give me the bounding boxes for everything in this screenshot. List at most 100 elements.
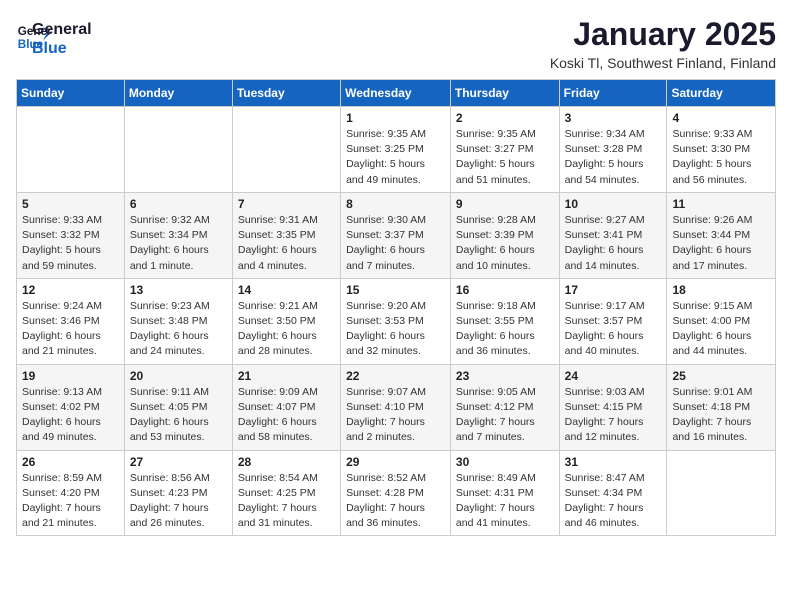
logo-line2: Blue	[32, 39, 92, 58]
calendar-cell: 31 Sunrise: 8:47 AMSunset: 4:34 PMDayligh…	[559, 450, 667, 536]
calendar-cell: 24 Sunrise: 9:03 AMSunset: 4:15 PMDayligh…	[559, 364, 667, 450]
day-number: 31	[565, 455, 662, 469]
weekday-header-sunday: Sunday	[17, 80, 125, 107]
calendar-week-2: 5 Sunrise: 9:33 AMSunset: 3:32 PMDaylight…	[17, 192, 776, 278]
day-number: 10	[565, 197, 662, 211]
weekday-header-monday: Monday	[124, 80, 232, 107]
calendar-cell: 7 Sunrise: 9:31 AMSunset: 3:35 PMDaylight…	[232, 192, 340, 278]
day-info: Sunrise: 9:24 AMSunset: 3:46 PMDaylight:…	[22, 299, 119, 360]
day-number: 17	[565, 283, 662, 297]
day-number: 21	[238, 369, 335, 383]
calendar-cell: 5 Sunrise: 9:33 AMSunset: 3:32 PMDaylight…	[17, 192, 125, 278]
calendar-week-4: 19 Sunrise: 9:13 AMSunset: 4:02 PMDayligh…	[17, 364, 776, 450]
weekday-header-thursday: Thursday	[450, 80, 559, 107]
day-number: 30	[456, 455, 554, 469]
day-number: 4	[672, 111, 770, 125]
day-number: 8	[346, 197, 445, 211]
calendar-body: 1 Sunrise: 9:35 AMSunset: 3:25 PMDaylight…	[17, 107, 776, 536]
logo: General Blue General Blue	[16, 16, 92, 58]
day-info: Sunrise: 8:52 AMSunset: 4:28 PMDaylight:…	[346, 471, 445, 532]
calendar: SundayMondayTuesdayWednesdayThursdayFrid…	[16, 79, 776, 536]
day-info: Sunrise: 9:30 AMSunset: 3:37 PMDaylight:…	[346, 213, 445, 274]
day-number: 5	[22, 197, 119, 211]
calendar-cell: 21 Sunrise: 9:09 AMSunset: 4:07 PMDayligh…	[232, 364, 340, 450]
day-info: Sunrise: 9:34 AMSunset: 3:28 PMDaylight:…	[565, 127, 662, 188]
calendar-cell: 14Sunrise: 9:21 AMSunset: 3:50 PMDayligh…	[232, 278, 340, 364]
day-number: 25	[672, 369, 770, 383]
day-number: 16	[456, 283, 554, 297]
day-info: Sunrise: 9:23 AMSunset: 3:48 PMDaylight:…	[130, 299, 227, 360]
calendar-cell: 29 Sunrise: 8:52 AMSunset: 4:28 PMDayligh…	[341, 450, 451, 536]
day-number: 27	[130, 455, 227, 469]
day-info: Sunrise: 8:47 AMSunset: 4:34 PMDaylight:…	[565, 471, 662, 532]
weekday-header-wednesday: Wednesday	[341, 80, 451, 107]
weekday-header-row: SundayMondayTuesdayWednesdayThursdayFrid…	[17, 80, 776, 107]
day-number: 11	[672, 197, 770, 211]
calendar-cell: 20Sunrise: 9:11 AMSunset: 4:05 PMDayligh…	[124, 364, 232, 450]
calendar-cell	[124, 107, 232, 193]
day-info: Sunrise: 9:18 AMSunset: 3:55 PMDaylight:…	[456, 299, 554, 360]
calendar-cell: 10 Sunrise: 9:27 AMSunset: 3:41 PMDayligh…	[559, 192, 667, 278]
day-info: Sunrise: 9:17 AMSunset: 3:57 PMDaylight:…	[565, 299, 662, 360]
day-number: 1	[346, 111, 445, 125]
day-number: 13	[130, 283, 227, 297]
calendar-cell	[17, 107, 125, 193]
day-info: Sunrise: 9:35 AMSunset: 3:25 PMDaylight:…	[346, 127, 445, 188]
calendar-cell: 13 Sunrise: 9:23 AMSunset: 3:48 PMDayligh…	[124, 278, 232, 364]
day-info: Sunrise: 8:49 AMSunset: 4:31 PMDaylight:…	[456, 471, 554, 532]
day-number: 24	[565, 369, 662, 383]
day-info: Sunrise: 9:13 AMSunset: 4:02 PMDaylight:…	[22, 385, 119, 446]
day-info: Sunrise: 9:27 AMSunset: 3:41 PMDaylight:…	[565, 213, 662, 274]
calendar-cell: 9 Sunrise: 9:28 AMSunset: 3:39 PMDaylight…	[450, 192, 559, 278]
calendar-cell: 19 Sunrise: 9:13 AMSunset: 4:02 PMDayligh…	[17, 364, 125, 450]
day-number: 2	[456, 111, 554, 125]
calendar-cell: 15Sunrise: 9:20 AMSunset: 3:53 PMDayligh…	[341, 278, 451, 364]
weekday-header-tuesday: Tuesday	[232, 80, 340, 107]
calendar-cell: 6Sunrise: 9:32 AMSunset: 3:34 PMDaylight…	[124, 192, 232, 278]
calendar-cell: 22Sunrise: 9:07 AMSunset: 4:10 PMDayligh…	[341, 364, 451, 450]
day-number: 9	[456, 197, 554, 211]
calendar-cell: 18 Sunrise: 9:15 AMSunset: 4:00 PMDayligh…	[667, 278, 776, 364]
calendar-cell	[667, 450, 776, 536]
day-info: Sunrise: 8:56 AMSunset: 4:23 PMDaylight:…	[130, 471, 227, 532]
day-number: 28	[238, 455, 335, 469]
day-number: 29	[346, 455, 445, 469]
day-info: Sunrise: 9:01 AMSunset: 4:18 PMDaylight:…	[672, 385, 770, 446]
calendar-cell: 2 Sunrise: 9:35 AMSunset: 3:27 PMDaylight…	[450, 107, 559, 193]
day-number: 18	[672, 283, 770, 297]
calendar-week-5: 26Sunrise: 8:59 AMSunset: 4:20 PMDayligh…	[17, 450, 776, 536]
day-info: Sunrise: 9:09 AMSunset: 4:07 PMDaylight:…	[238, 385, 335, 446]
calendar-cell: 25 Sunrise: 9:01 AMSunset: 4:18 PMDayligh…	[667, 364, 776, 450]
calendar-week-1: 1 Sunrise: 9:35 AMSunset: 3:25 PMDaylight…	[17, 107, 776, 193]
day-info: Sunrise: 9:35 AMSunset: 3:27 PMDaylight:…	[456, 127, 554, 188]
day-number: 19	[22, 369, 119, 383]
day-number: 6	[130, 197, 227, 211]
day-info: Sunrise: 8:59 AMSunset: 4:20 PMDaylight:…	[22, 471, 119, 532]
calendar-cell: 23 Sunrise: 9:05 AMSunset: 4:12 PMDayligh…	[450, 364, 559, 450]
day-info: Sunrise: 9:31 AMSunset: 3:35 PMDaylight:…	[238, 213, 335, 274]
calendar-cell: 28 Sunrise: 8:54 AMSunset: 4:25 PMDayligh…	[232, 450, 340, 536]
day-number: 3	[565, 111, 662, 125]
day-number: 23	[456, 369, 554, 383]
day-info: Sunrise: 9:05 AMSunset: 4:12 PMDaylight:…	[456, 385, 554, 446]
day-number: 22	[346, 369, 445, 383]
page-header: General Blue General Blue January 2025 K…	[16, 16, 776, 71]
day-number: 7	[238, 197, 335, 211]
calendar-cell: 16 Sunrise: 9:18 AMSunset: 3:55 PMDayligh…	[450, 278, 559, 364]
day-number: 20	[130, 369, 227, 383]
calendar-cell: 8 Sunrise: 9:30 AMSunset: 3:37 PMDaylight…	[341, 192, 451, 278]
day-number: 12	[22, 283, 119, 297]
day-info: Sunrise: 9:28 AMSunset: 3:39 PMDaylight:…	[456, 213, 554, 274]
day-info: Sunrise: 9:15 AMSunset: 4:00 PMDaylight:…	[672, 299, 770, 360]
month-title: January 2025	[550, 16, 776, 53]
calendar-cell: 1 Sunrise: 9:35 AMSunset: 3:25 PMDaylight…	[341, 107, 451, 193]
logo-line1: General	[32, 20, 92, 39]
day-number: 15	[346, 283, 445, 297]
weekday-header-friday: Friday	[559, 80, 667, 107]
day-info: Sunrise: 9:33 AMSunset: 3:32 PMDaylight:…	[22, 213, 119, 274]
day-info: Sunrise: 8:54 AMSunset: 4:25 PMDaylight:…	[238, 471, 335, 532]
day-info: Sunrise: 9:03 AMSunset: 4:15 PMDaylight:…	[565, 385, 662, 446]
calendar-cell: 11Sunrise: 9:26 AMSunset: 3:44 PMDayligh…	[667, 192, 776, 278]
weekday-header-saturday: Saturday	[667, 80, 776, 107]
calendar-cell: 3 Sunrise: 9:34 AMSunset: 3:28 PMDaylight…	[559, 107, 667, 193]
